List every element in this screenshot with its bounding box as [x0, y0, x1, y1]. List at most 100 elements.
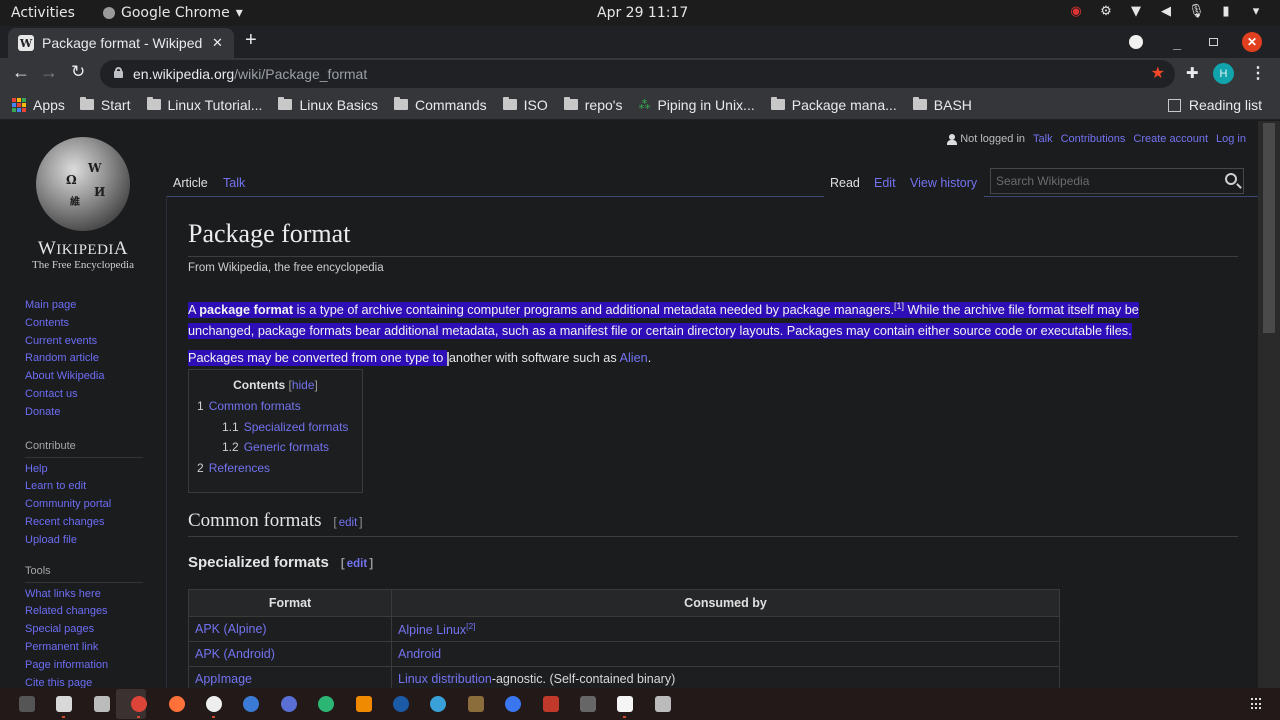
- consumer-link[interactable]: Android: [398, 647, 441, 661]
- sidebar-link[interactable]: Permanent link: [25, 639, 145, 657]
- lock-icon[interactable]: [114, 67, 123, 78]
- sidebar-link[interactable]: Community portal: [25, 496, 145, 514]
- toc-item[interactable]: 2 References: [197, 458, 354, 479]
- show-applications-icon[interactable]: [1251, 698, 1263, 710]
- toc-label[interactable]: Generic formats: [244, 440, 329, 454]
- vscode-icon[interactable]: [243, 696, 260, 712]
- reference-1-link[interactable]: [1]: [894, 301, 904, 311]
- chrome-menu-icon[interactable]: ⋮: [1250, 63, 1266, 83]
- personal-talk-link[interactable]: Talk: [1033, 133, 1053, 145]
- wifi-icon[interactable]: ▼: [1128, 4, 1144, 19]
- create-account-link[interactable]: Create account: [1133, 133, 1208, 145]
- tab-article[interactable]: Article: [173, 176, 208, 190]
- steam-icon[interactable]: [393, 696, 409, 712]
- tab-edit[interactable]: Edit: [874, 176, 896, 190]
- sidebar-link[interactable]: Learn to edit: [25, 478, 145, 496]
- bookmark-folder-linux-basics[interactable]: Linux Basics: [278, 97, 378, 113]
- signal-icon[interactable]: [505, 696, 522, 712]
- bookmark-folder-commands[interactable]: Commands: [394, 97, 487, 113]
- scrollbar-thumb[interactable]: [1263, 123, 1275, 333]
- anydesk-icon[interactable]: [542, 696, 559, 712]
- search-icon[interactable]: [1225, 173, 1237, 185]
- firefox-icon[interactable]: [168, 696, 185, 712]
- steam-icon[interactable]: ⚙: [1098, 4, 1114, 19]
- bookmark-piping-in-unix[interactable]: ⁂ Piping in Unix...: [638, 97, 754, 113]
- forward-button[interactable]: →: [40, 62, 58, 83]
- toc-item[interactable]: 1.1 Specialized formats: [197, 417, 354, 438]
- contributions-link[interactable]: Contributions: [1061, 133, 1126, 145]
- reload-button[interactable]: ↻: [71, 62, 85, 82]
- sidebar-link[interactable]: What links here: [25, 586, 145, 604]
- sidebar-link[interactable]: Donate: [25, 404, 145, 422]
- bookmark-folder-linux-tutorial[interactable]: Linux Tutorial...: [146, 97, 262, 113]
- reading-list-button[interactable]: Reading list: [1167, 97, 1262, 113]
- sidebar-link[interactable]: Contact us: [25, 386, 145, 404]
- toc-label[interactable]: References: [209, 461, 270, 475]
- wikipedia-logo[interactable]: Ω W И 維 WIKIPEDIA The Free Encyclopedia: [25, 137, 141, 271]
- consumer-link[interactable]: Alpine Linux: [398, 623, 466, 637]
- sidebar-link[interactable]: About Wikipedia: [25, 368, 145, 386]
- sidebar-link[interactable]: Main page: [25, 297, 145, 315]
- tab-close-icon[interactable]: ✕: [212, 35, 223, 51]
- sidebar-link[interactable]: Related changes: [25, 603, 145, 621]
- browser-tab-active[interactable]: W Package format - Wikipedia ✕: [8, 28, 234, 58]
- new-tab-button[interactable]: +: [245, 29, 257, 52]
- page-scrollbar[interactable]: [1258, 121, 1280, 688]
- sidebar-link[interactable]: Page information: [25, 657, 145, 675]
- sidebar-link[interactable]: Special pages: [25, 621, 145, 639]
- terminal-icon[interactable]: [19, 696, 35, 712]
- sidebar-link[interactable]: Recent changes: [25, 514, 145, 532]
- activities-button[interactable]: Activities: [11, 5, 75, 21]
- vlc-icon[interactable]: [355, 696, 372, 712]
- system-tray[interactable]: ◉ ⚙ ▼ ◀ 🎙 ▮ ▾: [1068, 4, 1264, 19]
- bookmark-folder-iso[interactable]: ISO: [502, 97, 548, 113]
- toc-label[interactable]: Common formats: [209, 399, 301, 413]
- obs-icon[interactable]: [206, 696, 222, 712]
- address-bar[interactable]: en.wikipedia.org/wiki/Package_format ★: [100, 60, 1175, 88]
- profile-avatar[interactable]: H: [1213, 63, 1234, 84]
- extensions-puzzle-icon[interactable]: ✚: [1186, 64, 1199, 82]
- screen-record-icon[interactable]: ◉: [1068, 4, 1084, 19]
- sidebar-link[interactable]: Random article: [25, 350, 145, 368]
- edit-section-link[interactable]: edit: [345, 558, 369, 570]
- terminal2-icon[interactable]: [580, 696, 596, 712]
- tab-view-history[interactable]: View history: [910, 176, 977, 190]
- tab-search-icon[interactable]: [1129, 35, 1144, 49]
- consumer-link[interactable]: Linux distribution: [398, 672, 492, 686]
- minimize-button[interactable]: _: [1173, 34, 1181, 50]
- disks-icon[interactable]: [93, 696, 110, 712]
- bookmark-folder-package-management[interactable]: Package mana...: [770, 97, 897, 113]
- url-text[interactable]: en.wikipedia.org/wiki/Package_format: [133, 66, 367, 82]
- sidebar-link[interactable]: Upload file: [25, 532, 145, 550]
- sidebar-link[interactable]: Cite this page: [25, 675, 145, 688]
- volume-icon[interactable]: ◀: [1158, 4, 1174, 19]
- search-input[interactable]: [991, 169, 1211, 193]
- microphone-icon[interactable]: 🎙: [1188, 4, 1205, 19]
- search-box[interactable]: [990, 168, 1244, 194]
- format-link[interactable]: AppImage: [195, 672, 252, 686]
- sidebar-link[interactable]: Help: [25, 461, 145, 479]
- window-close-button[interactable]: ✕: [1242, 32, 1262, 52]
- edit-section-link[interactable]: edit: [337, 517, 360, 529]
- restore-button[interactable]: [1209, 38, 1218, 46]
- clock[interactable]: Apr 29 11:17: [597, 5, 688, 21]
- tab-talk[interactable]: Talk: [223, 176, 245, 190]
- toc-hide-link[interactable]: hide: [292, 378, 315, 392]
- bookmark-apps[interactable]: Apps: [12, 97, 65, 113]
- bookmark-star-icon[interactable]: ★: [1151, 63, 1165, 83]
- vim-icon[interactable]: [318, 696, 335, 712]
- text-editor-icon[interactable]: [617, 696, 634, 712]
- bookmark-folder-repos[interactable]: repo's: [563, 97, 622, 113]
- bookmark-folder-bash[interactable]: BASH: [912, 97, 972, 113]
- bookmark-folder-start[interactable]: Start: [79, 97, 131, 113]
- reference-link[interactable]: [2]: [466, 621, 475, 631]
- toc-item[interactable]: 1.2 Generic formats: [197, 437, 354, 458]
- toc-item[interactable]: 1 Common formats: [197, 396, 354, 417]
- files-icon[interactable]: [56, 696, 73, 712]
- app-menu[interactable]: Google Chrome ▾: [103, 5, 243, 21]
- sidebar-link[interactable]: Contents: [25, 315, 145, 333]
- tab-read[interactable]: Read: [830, 176, 860, 190]
- trash-icon[interactable]: [654, 696, 671, 712]
- keepass-icon[interactable]: [280, 696, 297, 712]
- battery-icon[interactable]: ▮: [1218, 4, 1234, 19]
